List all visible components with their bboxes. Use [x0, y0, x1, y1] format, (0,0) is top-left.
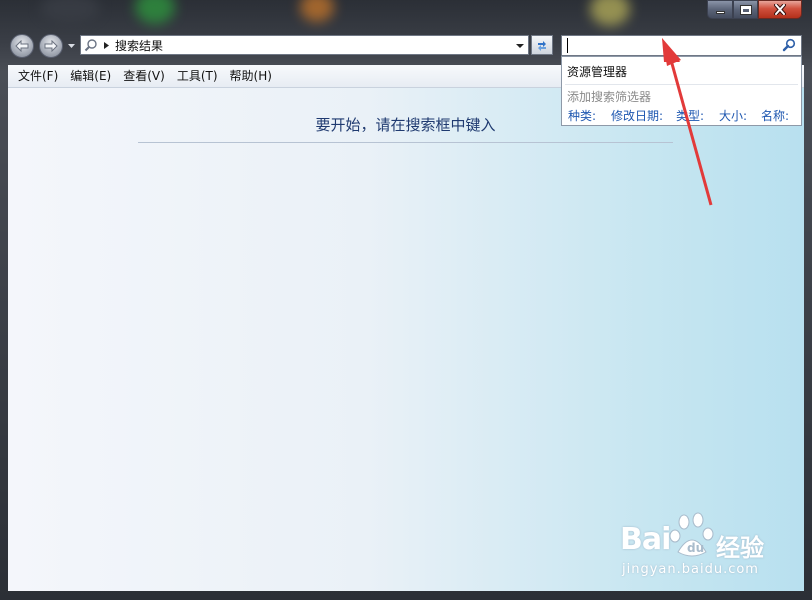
forward-button[interactable] [39, 34, 63, 58]
menu-help[interactable]: 帮助(H) [224, 66, 278, 86]
window-controls [707, 0, 802, 19]
filter-name[interactable]: 名称: [761, 107, 801, 124]
menu-tools[interactable]: 工具(T) [171, 66, 224, 86]
back-arrow-icon [15, 40, 29, 52]
divider [565, 84, 798, 85]
divider [138, 142, 673, 143]
filter-date-modified[interactable]: 修改日期: [611, 107, 676, 124]
address-bar[interactable]: 搜索结果 [80, 35, 529, 55]
chevron-down-icon [67, 44, 75, 48]
watermark-logo: Bai [620, 522, 671, 557]
watermark-jingyan: 经验 [716, 534, 764, 562]
search-suggestions: 资源管理器 添加搜索筛选器 种类: 修改日期: 类型: 大小: 名称: [561, 56, 802, 126]
filter-title: 添加搜索筛选器 [567, 90, 652, 104]
menu-file[interactable]: 文件(F) [12, 66, 64, 86]
refresh-icon [538, 41, 546, 51]
search-icon [82, 36, 100, 54]
refresh-button[interactable] [531, 35, 553, 55]
paw-icon: du [669, 512, 714, 557]
filter-list: 种类: 修改日期: 类型: 大小: 名称: [568, 107, 801, 124]
back-button[interactable] [10, 34, 34, 58]
glass-blur [300, 0, 334, 22]
close-icon [774, 4, 786, 15]
minimize-button[interactable] [707, 0, 733, 19]
filter-kind[interactable]: 种类: [568, 107, 611, 124]
watermark-url: jingyan.baidu.com [622, 562, 759, 577]
svg-text:du: du [687, 541, 704, 555]
minimize-icon [715, 11, 725, 14]
filter-size[interactable]: 大小: [719, 107, 761, 124]
chevron-down-icon [516, 44, 524, 48]
address-dropdown[interactable] [515, 40, 525, 50]
maximize-icon [739, 4, 752, 15]
maximize-button[interactable] [733, 0, 758, 19]
glass-blur [135, 0, 175, 24]
text-caret [567, 38, 568, 53]
search-history-item[interactable]: 资源管理器 [567, 63, 627, 80]
breadcrumb-item[interactable]: 搜索结果 [115, 37, 163, 54]
menu-edit[interactable]: 编辑(E) [64, 66, 117, 86]
breadcrumb-separator-icon[interactable] [100, 41, 112, 49]
glass-blur [590, 0, 630, 26]
filter-type[interactable]: 类型: [676, 107, 719, 124]
explorer-window: 搜索结果 文件(F) 编辑(E) 查看(V) 工具(T) 帮助(H) 要开始，请… [0, 0, 812, 600]
menu-view[interactable]: 查看(V) [117, 66, 171, 86]
search-button[interactable] [782, 38, 797, 53]
search-icon [782, 38, 796, 52]
forward-arrow-icon [44, 40, 58, 52]
search-input[interactable] [561, 35, 802, 56]
watermark: Bai du 经验 jingyan.baidu.com [620, 512, 790, 582]
recent-pages-dropdown[interactable] [66, 41, 76, 51]
glass-blur [40, 0, 100, 22]
close-button[interactable] [758, 0, 802, 19]
